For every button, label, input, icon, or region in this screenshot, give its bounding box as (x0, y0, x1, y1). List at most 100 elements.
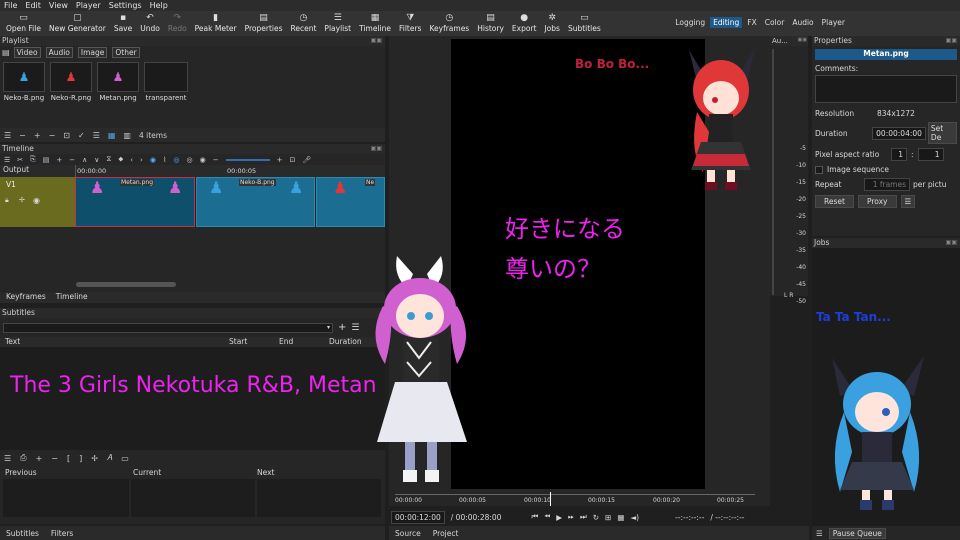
tab-video[interactable]: Video (13, 46, 41, 58)
next-marker-icon[interactable]: › (140, 156, 143, 164)
save-button[interactable]: ▪ Save (114, 11, 132, 33)
icon-view-icon[interactable]: ▥ (123, 131, 131, 140)
clip-neko-r[interactable]: Ne ♟ (316, 177, 385, 227)
tab-keyframes[interactable]: Keyframes (6, 292, 46, 303)
tile-view-icon[interactable]: ▦ (108, 131, 116, 140)
lock-icon[interactable]: 🔒︎ (5, 196, 9, 205)
menu-file[interactable]: File (4, 1, 17, 10)
menu-help[interactable]: Help (150, 1, 168, 10)
record-audio-icon[interactable]: 🎤︎ (302, 156, 311, 164)
detail-view-icon[interactable]: ☰ (93, 131, 100, 140)
new-generator-button[interactable]: ▢ New Generator (49, 11, 106, 33)
position-timecode[interactable]: 00:00:12:00 (391, 510, 445, 524)
column-start[interactable]: Start (229, 337, 279, 347)
menu-icon[interactable]: ☰ (4, 156, 10, 164)
proxy-button[interactable]: Proxy (857, 195, 897, 208)
comments-field[interactable] (815, 75, 957, 103)
history-button[interactable]: ▤ History (477, 11, 504, 33)
add-icon[interactable]: + (34, 131, 41, 140)
menu-view[interactable]: View (49, 1, 68, 10)
zoom-icon[interactable]: ⊞ (605, 513, 611, 522)
play-icon[interactable]: ▶ (556, 513, 562, 522)
layout-editing[interactable]: Editing (710, 17, 743, 28)
add-icon[interactable]: + (338, 322, 346, 333)
eye-icon[interactable]: ◉ (33, 196, 40, 205)
tab-project[interactable]: Project (433, 529, 459, 538)
player-ruler[interactable]: 00:00:00 00:00:05 00:00:10 00:00:15 00:0… (389, 492, 770, 506)
composite-icon[interactable]: ✢ (19, 196, 25, 204)
peak-meter-button[interactable]: ▮ Peak Meter (195, 11, 237, 33)
current-subtitle-box[interactable] (131, 479, 255, 517)
layout-player[interactable]: Player (819, 17, 848, 28)
dock-buttons-icon[interactable]: ▣▣ (798, 37, 807, 43)
dock-buttons-icon[interactable]: ▣▣ (946, 239, 957, 246)
playhead[interactable] (550, 492, 551, 506)
minus-icon[interactable]: − (19, 131, 26, 140)
dock-buttons-icon[interactable]: ▣▣ (371, 37, 382, 44)
append-icon[interactable]: + (56, 156, 62, 164)
subtitle-list[interactable]: The 3 Girls Nekotuka R&B, Metan (0, 347, 385, 450)
subtitles-button[interactable]: ▭ Subtitles (568, 11, 601, 33)
menu-icon[interactable]: ☰ (4, 454, 11, 463)
burn-in-icon[interactable]: 𝐴 (107, 453, 112, 463)
zoom-fit-icon[interactable]: ⊡ (289, 156, 295, 164)
cut-icon[interactable]: ✂ (17, 156, 23, 164)
skip-end-icon[interactable]: ⏭︎ (580, 512, 587, 522)
move-icon[interactable]: ✢ (91, 454, 98, 463)
repeat-field[interactable]: 1 frames (864, 178, 910, 191)
menu-settings[interactable]: Settings (109, 1, 142, 10)
export-button[interactable]: ● Export (512, 11, 537, 33)
column-text[interactable]: Text (5, 337, 229, 347)
tab-image[interactable]: Image (77, 46, 108, 58)
overwrite-icon[interactable]: ∨ (94, 156, 99, 164)
aspect-num-field[interactable]: 1 (891, 148, 907, 161)
split-icon[interactable]: ⧖ (106, 155, 111, 164)
ripple-all-icon[interactable]: ◎ (186, 156, 192, 164)
set-default-button[interactable]: Set De (927, 122, 957, 144)
update-icon[interactable]: ⊡ (63, 131, 70, 140)
remove-icon[interactable]: − (49, 131, 56, 140)
menu-button[interactable]: ☰ (900, 195, 916, 208)
zoom-out-icon[interactable]: − (213, 156, 219, 164)
skip-start-icon[interactable]: ⏮︎ (531, 512, 538, 522)
zoom-slider[interactable] (225, 158, 270, 161)
reset-button[interactable]: Reset (815, 195, 854, 208)
pause-queue-button[interactable]: Pause Queue (828, 527, 886, 539)
menu-icon[interactable]: ☰ (4, 131, 11, 140)
playlist-menu-icon[interactable]: ▤ (2, 48, 10, 57)
video-canvas[interactable]: Bo Bo Bo... 好きになる 尊いの？ (451, 39, 705, 489)
timeline-ruler[interactable]: 00:00:00 00:00:05 (75, 165, 385, 177)
marker-icon[interactable]: ⬥ (118, 155, 123, 164)
keyframes-button[interactable]: ◷ Keyframes (429, 11, 469, 33)
tab-source[interactable]: Source (395, 529, 421, 538)
menu-icon[interactable]: ☰ (816, 529, 823, 538)
subtitle-track-select[interactable]: ▾ (3, 322, 333, 333)
import-icon[interactable]: ⎙ (20, 453, 26, 463)
snap-icon[interactable]: ◉ (150, 156, 156, 164)
filters-button[interactable]: ⧩ Filters (399, 11, 421, 33)
dock-buttons-icon[interactable]: ▣▣ (371, 145, 382, 152)
set-end-icon[interactable]: ] (79, 454, 82, 463)
playlist-item[interactable]: ♟ Metan.png (97, 62, 139, 124)
menu-edit[interactable]: Edit (25, 1, 41, 10)
tab-other[interactable]: Other (112, 46, 140, 58)
track-header[interactable]: V1 🔒︎ ✢ ◉ (0, 177, 75, 227)
recent-button[interactable]: ◷ Recent (291, 11, 317, 33)
tab-audio[interactable]: Audio (45, 46, 73, 58)
check-icon[interactable]: ✓ (78, 131, 85, 140)
layout-fx[interactable]: FX (744, 17, 759, 28)
open-file-button[interactable]: ▭ Open File (6, 11, 41, 33)
playlist-item[interactable]: ♟ Neko-R.png (50, 62, 92, 124)
menu-icon[interactable]: ☰ (351, 323, 359, 333)
undo-button[interactable]: ↶ Undo (140, 11, 160, 33)
image-sequence-checkbox[interactable] (815, 165, 823, 174)
prev-marker-icon[interactable]: ‹ (130, 156, 133, 164)
timeline-scrollbar[interactable] (76, 282, 176, 287)
playlist-button[interactable]: ☰ Playlist (324, 11, 351, 33)
layout-logging[interactable]: Logging (672, 17, 708, 28)
remove-icon[interactable]: − (69, 156, 75, 164)
properties-button[interactable]: ▤ Properties (245, 11, 283, 33)
playlist-item[interactable]: ♟ Neko-B.png (3, 62, 45, 124)
layout-color[interactable]: Color (762, 17, 788, 28)
add-icon[interactable]: + (36, 454, 43, 463)
